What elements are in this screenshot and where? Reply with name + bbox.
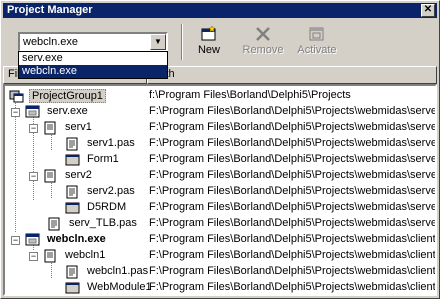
toolbar-separator <box>181 24 183 60</box>
title-bar[interactable]: Project Manager ✕ <box>3 3 437 18</box>
collapse-icon[interactable]: − <box>11 236 20 245</box>
tree-item-path: F:\Program Files\Borland\Delphi5\Project… <box>149 281 436 293</box>
form-icon <box>65 202 80 214</box>
tree-row-projectgroup[interactable]: ProjectGroup1 f:\Program Files\Borland\D… <box>5 88 435 104</box>
pas-file-icon <box>66 137 78 151</box>
project-select[interactable]: webcln.exe ▼ <box>18 32 168 52</box>
tree-row-d5rdm[interactable]: D5RDM F:\Program Files\Borland\Delphi5\P… <box>5 200 435 216</box>
unit-icon <box>44 169 56 183</box>
tree-item-label: webcln.exe <box>47 233 106 245</box>
tree-item-path: F:\Program Files\Borland\Delphi5\Project… <box>149 137 437 149</box>
tree-row-serv2[interactable]: − serv2 F:\Program Files\Borland\Delphi5… <box>5 168 435 184</box>
tree-row-webcln1[interactable]: − webcln1 F:\Program Files\Borland\Delph… <box>5 248 435 264</box>
remove-label: Remove <box>242 44 284 56</box>
tree-item-path: F:\Program Files\Borland\Delphi5\Project… <box>149 153 437 165</box>
tree-item-path: F:\Program Files\Borland\Delphi5\Project… <box>149 233 436 245</box>
tree-item-label: serv1.pas <box>87 137 135 149</box>
tree-item-label: D5RDM <box>87 201 127 213</box>
project-manager-window: Project Manager ✕ webcln.exe ▼ New Remov… <box>0 0 440 299</box>
tree-item-path: F:\Program Files\Borland\Delphi5\Project… <box>149 265 436 277</box>
tree-item-label: serv2 <box>65 169 92 181</box>
tree-item-path: F:\Program Files\Borland\Delphi5\Project… <box>149 121 437 133</box>
tree-item-path: F:\Program Files\Borland\Delphi5\Project… <box>149 185 437 197</box>
tree-item-label: serv_TLB.pas <box>69 217 137 229</box>
tree-row-serv-exe[interactable]: − serv.exe F:\Program Files\Borland\Delp… <box>5 104 435 120</box>
activate-icon <box>309 27 324 41</box>
pas-file-icon <box>66 265 78 279</box>
exe-icon <box>25 233 40 246</box>
tree-row-serv2-pas[interactable]: serv2.pas F:\Program Files\Borland\Delph… <box>5 184 435 200</box>
exe-icon <box>25 105 40 118</box>
close-button[interactable]: ✕ <box>421 4 435 17</box>
window-title: Project Manager <box>7 4 93 16</box>
collapse-icon[interactable]: − <box>11 108 20 117</box>
tree-item-label: WebModule1 <box>87 281 152 293</box>
activate-label: Activate <box>297 44 337 56</box>
new-button[interactable]: New <box>187 23 231 61</box>
pas-file-icon <box>48 217 60 231</box>
project-group-icon <box>9 90 24 103</box>
tree-item-label: serv1 <box>65 121 92 133</box>
tree-item-label: webcln1.pas <box>87 265 149 277</box>
form-icon <box>65 154 80 166</box>
collapse-icon[interactable]: − <box>29 172 38 181</box>
dropdown-option-selected[interactable]: webcln.exe <box>19 65 167 78</box>
collapse-icon[interactable]: − <box>29 124 38 133</box>
tree-row-serv-tlb[interactable]: serv_TLB.pas F:\Program Files\Borland\De… <box>5 216 435 232</box>
tree-item-label: serv.exe <box>47 105 88 117</box>
remove-icon <box>256 27 270 41</box>
tree-row-form1[interactable]: Form1 F:\Program Files\Borland\Delphi5\P… <box>5 152 435 168</box>
tree-item-path: F:\Program Files\Borland\Delphi5\Project… <box>149 249 436 261</box>
tree-item-path: F:\Program Files\Borland\Delphi5\Project… <box>149 201 437 213</box>
tree-item-path: F:\Program Files\Borland\Delphi5\Project… <box>149 169 437 181</box>
project-tree: ProjectGroup1 f:\Program Files\Borland\D… <box>3 84 437 296</box>
tree-row-serv1[interactable]: − serv1 F:\Program Files\Borland\Delphi5… <box>5 120 435 136</box>
new-label: New <box>197 44 220 56</box>
project-dropdown-list: serv.exe webcln.exe <box>18 51 168 79</box>
tree-item-label: ProjectGroup1 <box>29 89 106 103</box>
tree-row-serv1-pas[interactable]: serv1.pas F:\Program Files\Borland\Delph… <box>5 136 435 152</box>
close-icon: ✕ <box>423 4 433 15</box>
tree-item-label: webcln1 <box>65 249 106 261</box>
dropdown-option[interactable]: serv.exe <box>19 52 167 65</box>
pas-file-icon <box>66 185 78 199</box>
unit-icon <box>44 121 56 135</box>
unit-icon <box>44 249 56 263</box>
form-icon <box>65 282 80 294</box>
tree-row-webcln1-pas[interactable]: webcln1.pas F:\Program Files\Borland\Del… <box>5 264 435 280</box>
tree-item-label: Form1 <box>87 153 119 165</box>
collapse-icon[interactable]: − <box>29 252 38 261</box>
chevron-down-icon[interactable]: ▼ <box>150 34 166 50</box>
tree-item-path: F:\Program Files\Borland\Delphi5\Project… <box>149 105 437 117</box>
tree-item-label: serv2.pas <box>87 185 135 197</box>
tree-item-path: F:\Program Files\Borland\Delphi5\Project… <box>149 217 437 229</box>
tree-row-webcln-exe[interactable]: − webcln.exe F:\Program Files\Borland\De… <box>5 232 435 248</box>
tree-row-webmodule1[interactable]: WebModule1 F:\Program Files\Borland\Delp… <box>5 280 436 294</box>
project-select-value: webcln.exe <box>23 36 79 48</box>
new-icon <box>201 25 216 41</box>
activate-button[interactable]: Activate <box>295 23 339 61</box>
path-column-header[interactable]: Path <box>147 66 437 84</box>
remove-button[interactable]: Remove <box>241 23 285 61</box>
tree-item-path: f:\Program Files\Borland\Delphi5\Project… <box>149 89 351 101</box>
